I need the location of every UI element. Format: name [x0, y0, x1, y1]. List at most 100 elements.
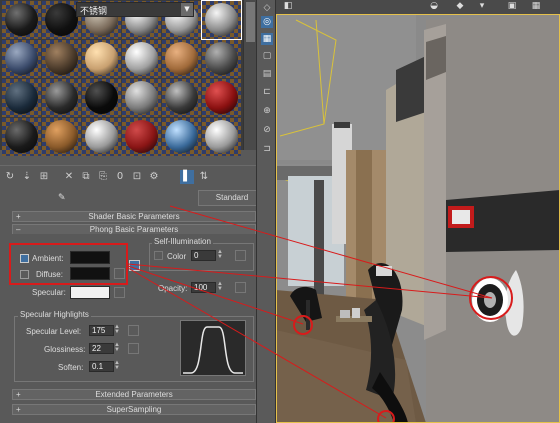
self-illumination-title: Self-Illumination	[152, 237, 213, 246]
rollout-shader-basic[interactable]: + Shader Basic Parameters	[12, 211, 256, 222]
material-name-field[interactable]: 不锈钢 ▼	[76, 2, 194, 17]
sphere-icon[interactable]: ◎	[261, 16, 273, 28]
annotation-highlight-box	[9, 243, 128, 285]
material-sphere	[165, 42, 198, 75]
material-slot[interactable]	[202, 118, 241, 156]
material-slot[interactable]	[82, 79, 121, 117]
color-label: Color	[167, 252, 187, 261]
material-sphere	[45, 3, 78, 36]
material-sphere	[85, 42, 118, 75]
material-slot[interactable]	[122, 79, 161, 117]
material-sphere	[5, 81, 38, 114]
lock-diffuse-icon[interactable]	[129, 260, 140, 271]
grid-icon[interactable]: ▤	[261, 68, 273, 80]
material-slot[interactable]	[122, 118, 161, 156]
chevron-down-icon[interactable]: ▼	[181, 3, 193, 16]
expand-icon: +	[16, 212, 21, 221]
material-slot[interactable]	[2, 1, 41, 39]
diamond-icon[interactable]: ◆	[454, 1, 466, 13]
expand-icon: +	[16, 405, 21, 414]
glossiness-label: Glossiness:	[44, 345, 86, 354]
viewport-toolbar: ◧ ◒ ◆ ▾ ▣ ▦	[276, 0, 560, 14]
material-slot[interactable]	[122, 40, 161, 78]
specular-highlights-title: Specular Highlights	[18, 310, 91, 319]
pick-material-icon[interactable]: ✎	[58, 193, 72, 203]
material-sphere	[205, 81, 238, 114]
command-strip: ◇ ◎ ▦ ▢ ▤ ⊏ ⊕ ⊘ ⊐	[256, 0, 276, 423]
specular-level-spinner[interactable]: ▲ ▼	[114, 324, 120, 336]
material-effects-channel-icon[interactable]: 0	[113, 170, 127, 184]
material-slot[interactable]	[82, 40, 121, 78]
modifier-icon[interactable]: ◇	[261, 2, 273, 14]
material-slot[interactable]	[2, 40, 41, 78]
delete-icon[interactable]: ✕	[62, 170, 76, 184]
perspective-viewport[interactable]: ◧ ◒ ◆ ▾ ▣ ▦	[276, 0, 560, 423]
put-to-library-icon[interactable]: ⎘	[96, 170, 110, 184]
material-slot[interactable]	[2, 118, 41, 156]
specular-map-button[interactable]	[114, 287, 125, 298]
material-name-text: 不锈钢	[80, 7, 108, 17]
specular-level-input[interactable]: 175	[89, 325, 114, 336]
opacity-map-button[interactable]	[235, 282, 246, 293]
material-slot[interactable]	[42, 79, 81, 117]
chevron-down-icon[interactable]: ▾	[476, 1, 488, 13]
viewport-label-icon[interactable]: ◧	[282, 1, 294, 13]
self-illum-spinner[interactable]: ▲ ▼	[217, 249, 223, 261]
rollout-supersampling[interactable]: + SuperSampling	[12, 404, 256, 415]
specular-level-map-button[interactable]	[128, 325, 139, 336]
slots-scrollbar[interactable]	[243, 0, 256, 150]
material-slot[interactable]	[162, 40, 201, 78]
scrollbar-thumb[interactable]	[246, 2, 255, 42]
material-sphere	[125, 81, 158, 114]
material-slot[interactable]	[82, 118, 121, 156]
material-slot[interactable]	[202, 40, 241, 78]
material-editor: ↻ ⇣ ⊞ ✕ ⧉ ⎘ 0 ⊡ ⚙ ▌ ⇅ ✎ 不锈钢 ▼ Standard +…	[0, 0, 266, 423]
grid-toggle-icon[interactable]: ▦	[530, 1, 542, 13]
options-icon[interactable]: ⊕	[261, 105, 273, 117]
glossiness-spinner[interactable]: ▲ ▼	[114, 342, 120, 354]
put-to-scene-icon[interactable]: ⇣	[20, 170, 34, 184]
rollout-label: Shader Basic Parameters	[88, 212, 180, 221]
self-illum-input[interactable]: 0	[191, 250, 216, 261]
glossiness-input[interactable]: 22	[89, 343, 114, 354]
material-sphere	[5, 120, 38, 153]
collapse-icon: –	[16, 225, 21, 234]
glossiness-map-button[interactable]	[128, 343, 139, 354]
viewport-shading-icon[interactable]: ◒	[428, 1, 440, 13]
pick-icon[interactable]: ⊘	[261, 124, 273, 136]
soften-input[interactable]: 0.1	[89, 361, 114, 372]
layout-icon[interactable]: ▣	[506, 1, 518, 13]
soften-spinner[interactable]: ▲ ▼	[114, 360, 120, 372]
material-slot[interactable]	[42, 40, 81, 78]
box-icon[interactable]: ▢	[261, 50, 273, 62]
rollout-label: SuperSampling	[106, 405, 162, 414]
specular-color-swatch[interactable]	[70, 286, 110, 299]
highlight-curve-graph	[180, 320, 246, 376]
make-unique-icon[interactable]: ⧉	[79, 170, 93, 184]
material-sphere	[5, 3, 38, 36]
show-end-result-icon[interactable]: ⚙	[147, 170, 161, 184]
go-to-parent-icon[interactable]: ▌	[180, 169, 194, 184]
material-slot[interactable]	[202, 79, 241, 117]
go-forward-icon[interactable]: ⇅	[197, 170, 211, 184]
material-slot[interactable]	[201, 0, 242, 40]
material-slot[interactable]	[162, 79, 201, 117]
checker-icon[interactable]: ▦	[261, 33, 273, 45]
frame-icon[interactable]: ⊏	[261, 86, 273, 98]
material-sphere	[165, 81, 198, 114]
get-material-icon[interactable]: ↻	[3, 170, 17, 184]
specular-level-label: Specular Level:	[26, 327, 82, 336]
material-slot[interactable]	[162, 118, 201, 156]
opacity-spinner[interactable]: ▲ ▼	[217, 281, 223, 293]
opacity-input[interactable]: 100	[191, 282, 216, 293]
material-slot[interactable]	[2, 79, 41, 117]
show-map-icon[interactable]: ⊡	[130, 170, 144, 184]
material-slot[interactable]	[42, 118, 81, 156]
material-sphere	[45, 120, 78, 153]
navigator-icon[interactable]: ⊐	[261, 143, 273, 155]
self-illum-map-button[interactable]	[235, 250, 246, 261]
color-checkbox[interactable]	[154, 251, 163, 260]
assign-material-icon[interactable]: ⊞	[37, 170, 51, 184]
rollout-extended[interactable]: + Extended Parameters	[12, 389, 256, 400]
material-sphere	[125, 120, 158, 153]
